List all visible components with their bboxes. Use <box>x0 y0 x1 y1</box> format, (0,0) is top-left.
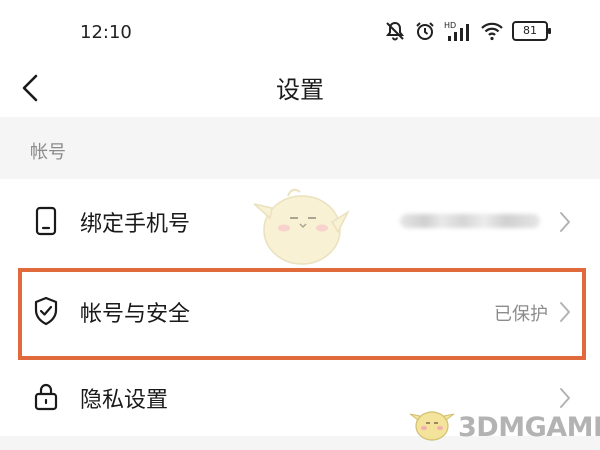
obscured-phone-number <box>400 214 540 228</box>
section-label: 帐号 <box>30 142 66 163</box>
section-header: 帐号 <box>0 117 600 179</box>
lock-icon <box>34 383 58 411</box>
row-label: 隐私设置 <box>80 388 169 413</box>
watermark-mascot-icon <box>409 411 455 441</box>
status-bar: 12:10 HD 81 <box>0 0 600 62</box>
highlight-annotation <box>18 268 586 360</box>
alarm-icon <box>416 22 434 40</box>
battery-icon: 81 <box>512 21 551 41</box>
watermark-text: 3DMGAME <box>458 412 600 443</box>
wifi-icon <box>481 22 503 41</box>
status-time: 12:10 <box>80 22 132 43</box>
mascot-watermark-icon <box>253 188 350 265</box>
network-label: HD <box>444 21 456 30</box>
row-label: 绑定手机号 <box>80 212 191 237</box>
chevron-right-icon <box>560 212 570 232</box>
page-title: 设置 <box>276 76 324 104</box>
status-icons: HD 81 <box>384 20 551 42</box>
bell-muted-icon <box>385 21 405 41</box>
nav-bar: 设置 <box>0 62 600 117</box>
site-watermark: 3DMGAME <box>408 398 600 448</box>
phone-icon <box>35 206 57 236</box>
signal-icon: HD <box>444 21 469 41</box>
